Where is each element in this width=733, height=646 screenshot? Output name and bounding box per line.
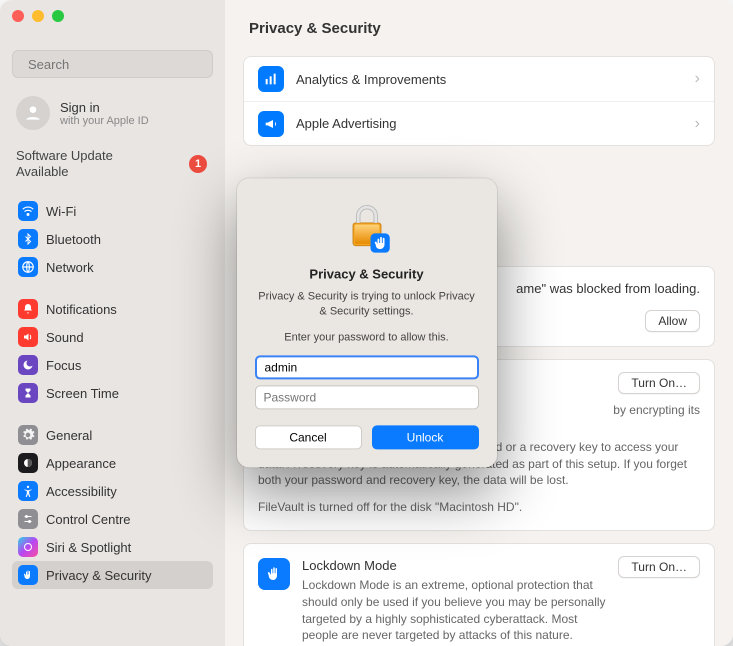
dialog-message-1: Privacy & Security is trying to unlock P…	[255, 289, 479, 320]
username-field[interactable]	[255, 356, 479, 380]
dialog-message-2: Enter your password to allow this.	[255, 330, 479, 345]
unlock-button[interactable]: Unlock	[372, 426, 479, 450]
cancel-button[interactable]: Cancel	[255, 426, 362, 450]
dialog-title: Privacy & Security	[255, 266, 479, 281]
password-field[interactable]	[255, 386, 479, 410]
unlock-dialog: Privacy & Security Privacy & Security is…	[237, 178, 497, 467]
lock-icon	[255, 198, 479, 254]
